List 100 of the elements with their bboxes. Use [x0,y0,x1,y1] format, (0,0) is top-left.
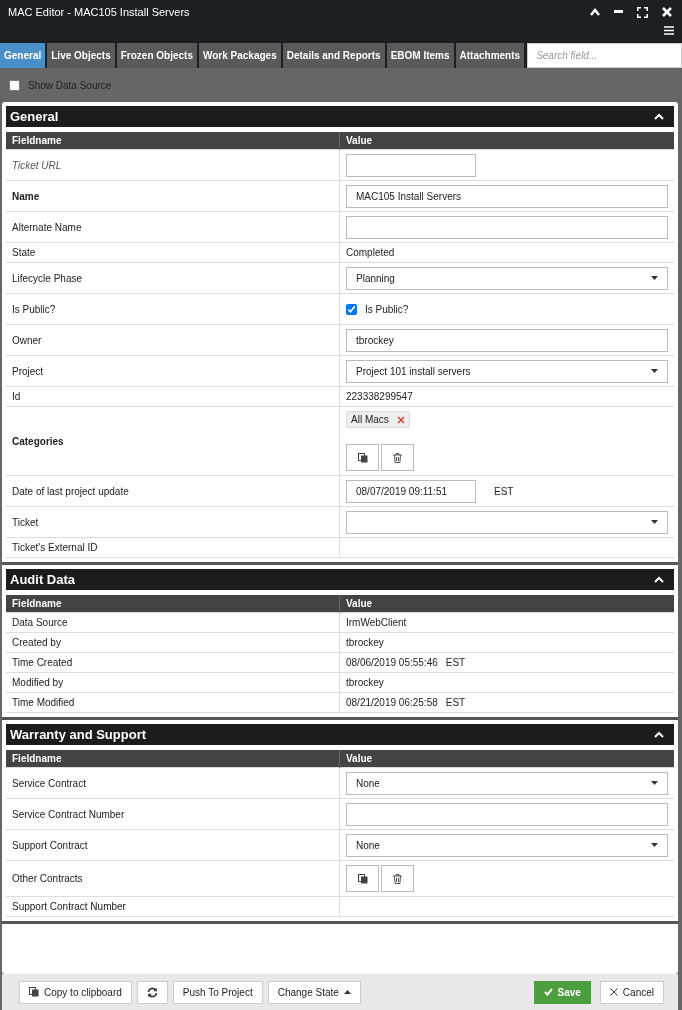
column-header: Fieldname [6,750,340,768]
refresh-button[interactable] [136,980,168,1004]
field-label: Date of last project update [12,485,129,497]
column-header: Fieldname [6,132,340,150]
tab[interactable]: Live Objects [47,43,117,68]
checkbox-label: Is Public? [365,303,409,315]
collapse-icon[interactable] [654,731,664,738]
input-field[interactable] [346,802,668,826]
window-title: MAC Editor - MAC105 Install Servers [8,6,190,18]
field-label: Id [12,391,21,402]
tab[interactable]: Work Packages [198,43,283,68]
timezone-label: EST [445,697,466,708]
checkbox[interactable] [9,79,20,91]
field-label: Service Contract [12,777,86,789]
checkmark-icon [543,988,553,996]
dropdown[interactable]: None [346,771,668,795]
input-field[interactable]: MAC105 Install Servers [346,184,668,208]
field-label: Categories [12,435,64,447]
tab[interactable]: EBOM Items [386,43,456,68]
input-field[interactable] [346,153,476,177]
menu-icon[interactable] [664,26,674,35]
dropdown[interactable]: Project 101 install servers [346,359,668,383]
section-header[interactable]: General [6,106,674,127]
date-field[interactable]: 08/07/2019 09:11:51 [346,479,476,503]
delete-button[interactable] [381,444,414,471]
field-label: Time Modified [12,697,75,708]
fullscreen-icon[interactable] [637,6,648,18]
field-label: Time Created [12,657,73,668]
collapse-icon[interactable] [654,576,664,583]
field-label: Data Source [12,617,68,628]
caret-icon [651,781,658,785]
input-field[interactable] [346,215,668,239]
trash-icon [393,873,402,884]
copy-button[interactable] [346,865,379,892]
timezone-label: EST [445,657,466,668]
caret-icon [343,990,351,994]
search-field[interactable]: Search field... [527,43,682,68]
field-value: Completed [346,247,395,258]
tab[interactable]: Attachments [455,43,527,68]
timezone-label: EST [494,485,514,497]
column-header: Fieldname [6,595,340,613]
section-title: Audit Data [10,572,75,587]
remove-icon[interactable] [396,415,405,424]
change-state-button[interactable]: Change State [267,980,361,1004]
minimize-icon[interactable] [614,10,623,14]
push-to-project-button[interactable]: Push To Project [172,980,263,1004]
field-label: Owner [12,334,42,346]
field-label: Ticket URL [12,159,62,171]
field-label: Alternate Name [12,221,82,233]
field-value: IrmWebClient [346,617,407,628]
field-label: Is Public? [12,303,56,315]
input-field[interactable]: tbrockey [346,328,668,352]
copy-to-clipboard-button[interactable]: Copy to clipboard [19,980,132,1004]
field-label: Support Contract Number [12,901,126,912]
field-label: State [12,247,36,258]
close-icon [609,988,618,996]
copy-button[interactable] [346,444,379,471]
section-title: Warranty and Support [10,727,147,742]
checkbox-label: Show Data Source [28,79,112,91]
field-label: Modified by [12,677,64,688]
section-title: General [10,109,59,124]
cancel-button[interactable]: Cancel [599,980,664,1004]
caret-icon [651,843,658,847]
field-value: 08/21/2019 06:25:58 [346,697,438,708]
field-label: Created by [12,637,61,648]
caret-icon [651,520,658,524]
field-label: Name [12,190,40,202]
field-label: Lifecycle Phase [12,272,83,284]
trash-icon [393,452,402,463]
copy-icon [357,873,368,884]
refresh-icon [146,986,158,998]
delete-button[interactable] [381,865,414,892]
field-label: Ticket [12,516,39,528]
field-value: tbrockey [346,677,384,688]
column-header: Value [339,595,674,613]
column-header: Value [339,132,674,150]
field-label: Project [12,365,44,377]
field-label: Support Contract [12,839,88,851]
tag: All Macs [346,411,410,428]
caret-icon [651,276,658,280]
column-header: Value [339,750,674,768]
copy-icon [29,987,39,997]
field-value: tbrockey [346,637,384,648]
dropdown[interactable]: Planning [346,266,668,290]
tab[interactable]: Details and Reports [282,43,387,68]
close-icon[interactable] [662,7,672,17]
copy-icon [357,452,368,463]
field-label: Service Contract Number [12,808,125,820]
collapse-icon[interactable] [654,113,664,120]
collapse-icon[interactable] [590,8,600,16]
field-label: Ticket's External ID [12,542,98,553]
field-value: 08/06/2019 05:55:46 [346,657,438,668]
section-header[interactable]: Audit Data [6,569,674,590]
field-label: Other Contracts [12,873,83,884]
caret-icon [651,369,658,373]
tab[interactable]: Frozen Objects [116,43,199,68]
field-value: 223338299547 [346,391,413,402]
checkbox[interactable] [346,303,357,315]
dropdown[interactable]: None [346,833,668,857]
section-header[interactable]: Warranty and Support [6,724,674,745]
